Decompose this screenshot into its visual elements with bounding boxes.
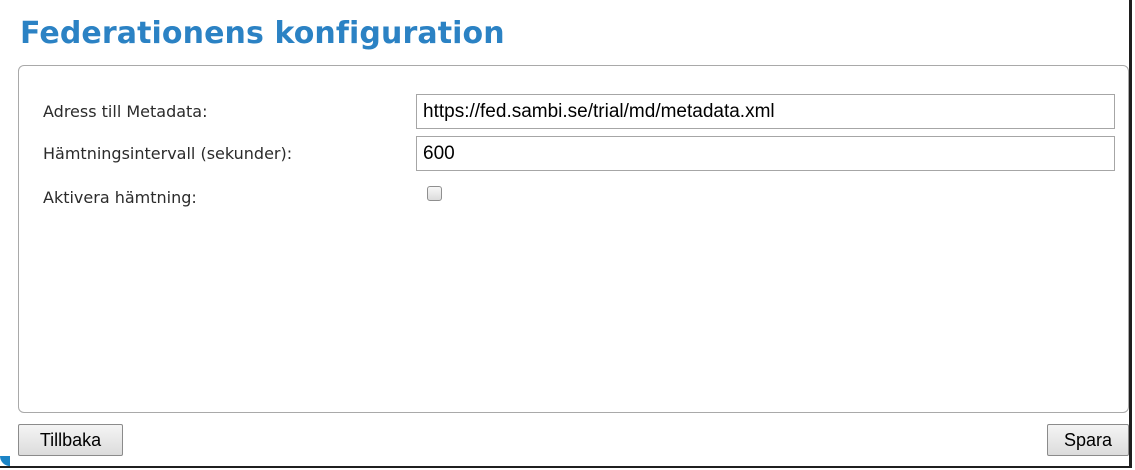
activate-fetch-row: Aktivera hämtning: bbox=[19, 180, 1128, 216]
fetch-interval-input[interactable]: 600 bbox=[416, 136, 1115, 171]
metadata-address-input[interactable]: https://fed.sambi.se/trial/md/metadata.x… bbox=[416, 94, 1115, 129]
window-corner-accent bbox=[0, 456, 10, 466]
fetch-interval-row: Hämtningsintervall (sekunder): 600 bbox=[19, 136, 1128, 172]
fetch-interval-label: Hämtningsintervall (sekunder): bbox=[43, 144, 293, 163]
config-panel: Adress till Metadata: https://fed.sambi.… bbox=[18, 65, 1129, 413]
activate-fetch-label: Aktivera hämtning: bbox=[43, 188, 197, 207]
config-window: Federationens konfiguration Adress till … bbox=[0, 0, 1132, 468]
activate-fetch-checkbox[interactable] bbox=[427, 186, 442, 201]
page-title: Federationens konfiguration bbox=[20, 16, 505, 51]
metadata-address-row: Adress till Metadata: https://fed.sambi.… bbox=[19, 94, 1128, 130]
back-button[interactable]: Tillbaka bbox=[18, 424, 123, 456]
save-button[interactable]: Spara bbox=[1047, 424, 1129, 456]
metadata-address-label: Adress till Metadata: bbox=[43, 102, 208, 121]
